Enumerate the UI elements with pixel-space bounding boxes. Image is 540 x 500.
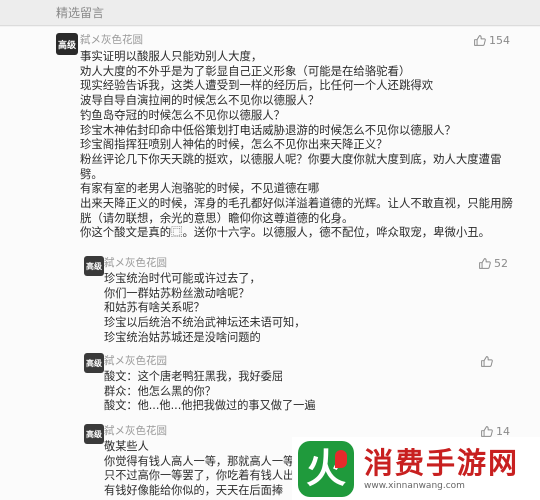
watermark-url: www.xinnanwang.com	[364, 481, 465, 491]
comment-list: 高级 弑メ灰色花圆 154 事实证明以酸服人只能劝别人大度， 劝人大度的不外乎是…	[0, 27, 540, 500]
avatar[interactable]: 高级	[84, 353, 104, 373]
thumbs-up-icon	[479, 258, 491, 269]
comment-line: 事实证明以酸服人只能劝别人大度，	[80, 49, 263, 63]
comment-line: 波导自导自演拉闸的时候怎么不见你以德服人？	[80, 93, 320, 108]
comment-line: 珍宝统治时代可能或许过去了，	[104, 272, 261, 285]
like-button[interactable]	[480, 355, 496, 368]
like-button[interactable]: 154	[473, 34, 510, 47]
comment-line: 出来天降正义的时候，浑身的毛孔都好似洋溢着道德的光辉。让人不敢直视，只能用膀胱（…	[80, 196, 513, 225]
comment-line: 粉丝评论几下你天天跳的挺欢，以德服人呢？你要大度你就大度到底，劝人大度遭雷劈。	[80, 151, 502, 181]
site-logo: 火	[298, 440, 354, 497]
comment-line: 你们一群姑苏粉丝激动啥呢？	[104, 286, 250, 300]
like-count: 52	[494, 257, 508, 270]
comment-body: 事实证明以酸服人只能劝别人大度， 劝人大度的不外乎是为了彰显自己正义形象（可能是…	[80, 49, 530, 240]
section-header: 精选留言	[0, 0, 540, 26]
logo-accent-icon	[335, 449, 347, 468]
comment-username[interactable]: 弑メ灰色花圆	[80, 32, 143, 47]
thumbs-up-icon	[474, 35, 486, 46]
comment-line: 珍宝统治姑苏城还是没啥问题的	[104, 330, 261, 344]
comment-line: 酸文：这个唐老鸭狂黑我，我好委屈	[104, 370, 284, 383]
watermark-title: 消费手游网	[364, 446, 520, 480]
comment-line: 珍宝阁指挥狂喷别人神佑的时候，怎么不见你出来天降正义？	[80, 137, 388, 152]
section-title: 精选留言	[56, 6, 105, 20]
avatar[interactable]: 高级	[84, 424, 104, 444]
like-count: 154	[489, 34, 510, 47]
comment-line: 钓鱼岛夺冠的时候怎么不见你以德服人？	[80, 107, 286, 122]
comment-line: 现实经验告诉我，这类人遭受到一样的经历后，比任何一个人还跳得欢	[80, 78, 434, 93]
comment-username[interactable]: 弑メ灰色花园	[104, 353, 167, 368]
comment-body: 酸文：这个唐老鸭狂黑我，我好委屈 群众：他怎么黑的你？ 酸文：他...他...他…	[104, 370, 524, 414]
thumbs-up-icon	[481, 356, 493, 367]
comment-username[interactable]: 弑メ灰色花圆	[104, 255, 167, 270]
comment-line: 劝人大度的不外乎是为了彰显自己正义形象（可能是在给骆驼看）	[80, 63, 411, 78]
comment-line: 群众：他怎么黑的你？	[104, 384, 216, 398]
comment-line: 珍宝木神佑封印命中低俗策划打电话威胁退游的时候怎么不见你以德服人？	[80, 122, 456, 137]
comment-line: 有家有室的老男人泡骆驼的时候，不见道德在哪	[80, 181, 320, 196]
comment-line: 和姑苏有啥关系呢？	[104, 301, 205, 315]
comment-line: 你这个酸文是真的⿴。送你十六字。以德服人，德不配位，哗众取宠，卑微小丑。	[80, 225, 491, 240]
comment-username[interactable]: 弑メ灰色花圆	[104, 423, 167, 438]
comment-body: 珍宝统治时代可能或许过去了， 你们一群姑苏粉丝激动啥呢？ 和姑苏有啥关系呢？ 珍…	[104, 272, 524, 346]
avatar[interactable]: 高级	[84, 256, 104, 276]
comment-line: 酸文：他...他...他把我做过的事又做了一遍	[104, 399, 316, 413]
avatar[interactable]: 高级	[56, 33, 78, 55]
watermark: 火 消费手游网 www.xinnanwang.com	[292, 437, 540, 500]
like-button[interactable]: 52	[478, 257, 508, 270]
comment-line: 珍宝以后统治不统治武神坛还未语可知，	[104, 316, 306, 330]
